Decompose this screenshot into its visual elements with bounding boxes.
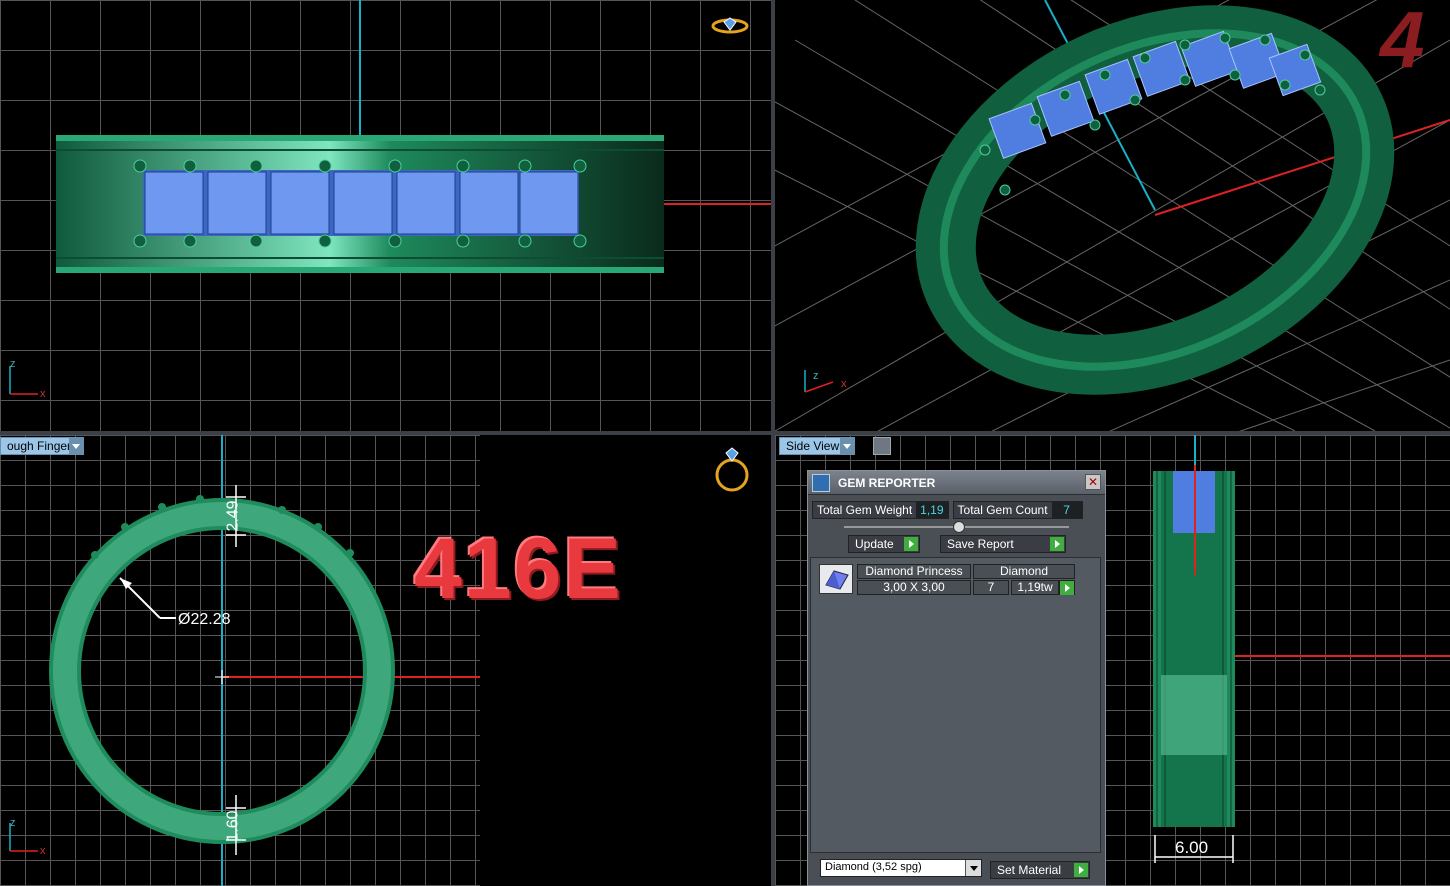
set-material-button-label: Set Material: [997, 863, 1062, 877]
total-gem-weight-value: 1,19: [916, 502, 948, 518]
gem-count-cell: 7: [973, 580, 1009, 595]
set-material-button[interactable]: Set Material: [990, 861, 1090, 879]
total-gem-count: Total Gem Count 7: [952, 501, 1083, 519]
close-icon[interactable]: ✕: [1085, 474, 1101, 490]
gem-name-cell: Diamond Princess: [857, 564, 971, 579]
perspective-grid: [775, 0, 1450, 431]
princess-diamond-icon: [825, 570, 849, 590]
play-icon: [1050, 537, 1064, 551]
gem-list: Diamond Princess Diamond 3,00 X 3,00 7 1…: [810, 557, 1101, 853]
ring-orientation-icon[interactable]: [710, 16, 750, 36]
viewport-divider-vertical[interactable]: [771, 0, 775, 886]
top-thickness-label: 2.49: [224, 500, 242, 532]
gem-reporter-title: GEM REPORTER: [838, 475, 936, 490]
total-gem-count-value: 7: [1051, 502, 1082, 518]
axis-x-label: x: [841, 378, 847, 390]
material-select-value: Diamond (3,52 spg): [825, 861, 922, 873]
axis-z-label: z: [10, 817, 16, 829]
model-code-label: 416E: [414, 521, 623, 617]
chevron-down-icon: [965, 860, 981, 876]
viewport-top[interactable]: z x: [0, 0, 771, 431]
play-icon: [1074, 863, 1088, 877]
play-icon: [904, 537, 918, 551]
gem-reporter-panel: GEM REPORTER ✕ Total Gem Weight 1,19 Tot…: [807, 470, 1106, 886]
gem-size-cell: 3,00 X 3,00: [857, 580, 971, 595]
bottom-thickness-label: 1.60: [224, 810, 242, 842]
width-label: 6.00: [1175, 838, 1209, 857]
material-select[interactable]: Diamond (3,52 spg): [820, 859, 982, 877]
viewport-front[interactable]: ough Finger Ø22.28 2.49 1.60 416E z x: [0, 435, 771, 886]
panel-slider-handle[interactable]: [953, 521, 965, 533]
axis-x-label: x: [40, 388, 46, 400]
viewport-perspective[interactable]: 4 z x: [775, 0, 1450, 431]
gem-reporter-logo-icon: [812, 473, 830, 492]
diameter-label: Ø22.28: [178, 611, 231, 628]
total-gem-weight-label: Total Gem Weight: [813, 502, 917, 518]
viewport-divider-horizontal[interactable]: [0, 431, 1450, 435]
save-report-button-label: Save Report: [947, 537, 1014, 551]
update-button-label: Update: [855, 537, 894, 551]
gem-material-cell: Diamond: [973, 564, 1075, 579]
gem-weight-cell: 1,19tw: [1011, 580, 1059, 595]
axis-z-label: z: [813, 370, 819, 382]
save-report-button[interactable]: Save Report: [940, 535, 1066, 553]
gem-stats-row: Total Gem Weight 1,19 Total Gem Count 7: [812, 501, 1101, 519]
update-button[interactable]: Update: [848, 535, 920, 553]
gem-reporter-titlebar[interactable]: GEM REPORTER ✕: [808, 471, 1105, 495]
gem-row-go-button[interactable]: [1059, 580, 1075, 595]
total-gem-weight: Total Gem Weight 1,19: [812, 501, 949, 519]
corner-digit: 4: [1380, 0, 1425, 84]
axis-gizmo: [804, 370, 834, 393]
ring-top-render: [56, 0, 771, 273]
total-gem-count-label: Total Gem Count: [953, 502, 1052, 518]
gem-thumbnail[interactable]: [819, 564, 853, 594]
axis-z-label: z: [10, 358, 16, 370]
play-icon: [1060, 581, 1074, 595]
ring-orientation-icon[interactable]: [712, 445, 752, 495]
axis-x-label: x: [40, 845, 46, 857]
